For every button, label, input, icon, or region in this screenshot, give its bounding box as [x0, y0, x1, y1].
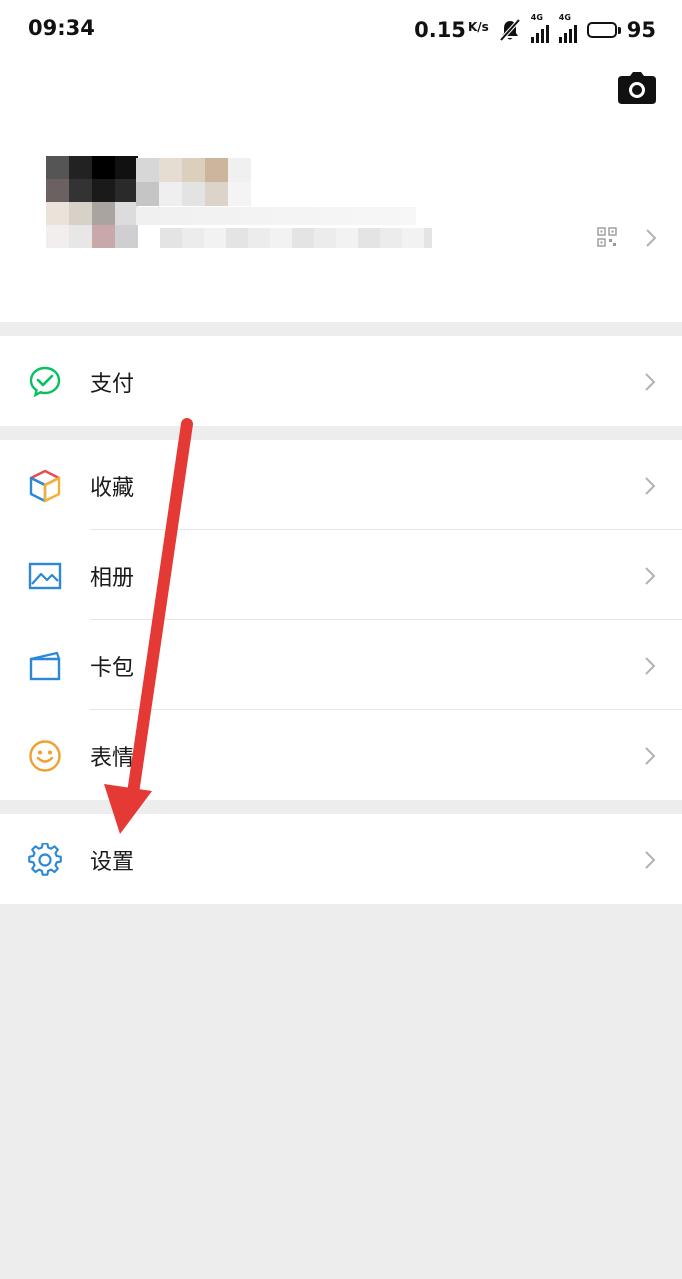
chevron-right-icon: [645, 373, 656, 391]
gear-icon: [28, 843, 62, 876]
menu-item-album[interactable]: 相册: [0, 530, 682, 620]
status-time: 09:34: [28, 16, 95, 40]
status-indicators: 0.15 K/s 4G 4G 95: [414, 13, 656, 46]
menu-item-pay[interactable]: 支付: [0, 336, 682, 426]
wechat-pay-icon: [29, 366, 61, 398]
avatar[interactable]: [46, 156, 138, 248]
menu-item-settings[interactable]: 设置: [0, 814, 682, 904]
battery-icon: [586, 22, 617, 38]
signal-icon: 4G: [530, 13, 549, 43]
profile-id-blurred: [160, 228, 432, 248]
menu-group-settings: 设置: [0, 814, 682, 904]
cube-icon: [29, 469, 61, 503]
network-speed-value: 0.15: [414, 18, 466, 42]
menu-item-stickers[interactable]: 表情: [0, 710, 682, 800]
status-bar: 09:34 0.15 K/s 4G 4G 95: [0, 0, 682, 62]
menu-item-favorites[interactable]: 收藏: [0, 440, 682, 530]
network-speed: 0.15 K/s: [414, 18, 489, 42]
chevron-right-icon: [645, 657, 656, 675]
signal-2-label: 4G: [558, 13, 571, 22]
menu-group-pay: 支付: [0, 336, 682, 426]
menu-label-favorites: 收藏: [90, 476, 135, 501]
profile-subtitle-blurred: [136, 207, 416, 225]
menu-label-stickers: 表情: [90, 746, 135, 771]
chevron-right-icon: [645, 477, 656, 495]
signal-1-label: 4G: [530, 13, 543, 22]
battery-indicator: 95: [586, 18, 656, 42]
profile-name-blurred: [136, 158, 251, 206]
chevron-right-icon: [645, 747, 656, 765]
camera-icon[interactable]: [618, 72, 656, 104]
chevron-right-icon: [646, 229, 657, 247]
profile-header[interactable]: [0, 62, 682, 322]
menu-label-cards: 卡包: [90, 656, 135, 681]
mute-bell-icon: [499, 18, 521, 42]
chevron-right-icon: [645, 567, 656, 585]
menu-label-pay: 支付: [90, 372, 135, 397]
menu-item-cards[interactable]: 卡包: [0, 620, 682, 710]
battery-level: 95: [626, 18, 656, 42]
chevron-right-icon: [645, 851, 656, 869]
card-wallet-icon: [29, 651, 61, 681]
qr-code-icon[interactable]: [597, 227, 617, 247]
menu-label-settings: 设置: [90, 850, 135, 875]
signal-icon: 4G: [558, 13, 577, 43]
menu-group-main: 收藏 相册 卡包 表情: [0, 440, 682, 800]
smiley-icon: [29, 740, 61, 772]
network-speed-unit: K/s: [467, 20, 489, 34]
picture-icon: [28, 562, 62, 590]
menu-label-album: 相册: [90, 566, 135, 591]
